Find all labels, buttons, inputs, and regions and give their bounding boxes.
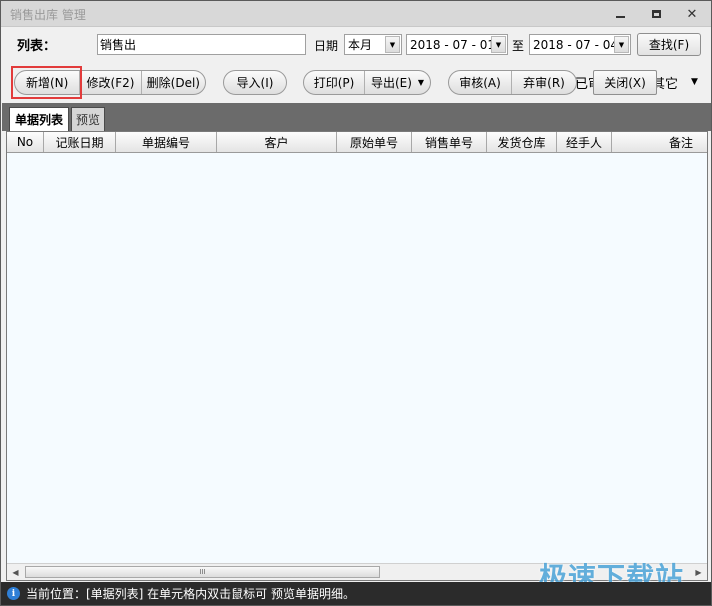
column-header[interactable]: 单据编号 — [116, 132, 217, 152]
chevron-down-icon[interactable]: ▼ — [385, 36, 400, 53]
window-title: 销售出库 管理 — [10, 8, 86, 22]
column-header[interactable]: No — [7, 132, 44, 152]
tab-preview[interactable]: 预览 — [71, 107, 105, 131]
column-header[interactable]: 发货仓库 — [487, 132, 557, 152]
date-label: 日期 — [314, 39, 339, 53]
column-header[interactable]: 销售单号 — [412, 132, 487, 152]
column-header[interactable]: 经手人 — [557, 132, 612, 152]
maximize-button[interactable] — [641, 4, 671, 24]
date-from-value: 2018 - 07 - 01 — [410, 37, 491, 52]
chevron-down-icon[interactable]: ▼ — [491, 36, 506, 53]
title-bar[interactable]: 销售出库 管理 ✕ — [1, 1, 711, 27]
audit-button-group: 审核(A) 弃审(R) — [448, 70, 577, 95]
edit-button-group: 新增(N) 修改(F2) 删除(Del) — [14, 70, 206, 95]
list-name-input[interactable] — [97, 34, 306, 55]
column-header[interactable]: 原始单号 — [337, 132, 412, 152]
toolbar: 已审 其它 新增(N) 修改(F2) 删除(Del) 导入(I) 打印(P) 导… — [1, 63, 711, 103]
status-bar: i 当前位置：[单据列表] 在单元格内双击鼠标可 预览单据明细。 — [1, 582, 711, 605]
close-window-button[interactable]: ✕ — [677, 4, 707, 24]
chevron-down-icon[interactable]: ▼ — [614, 36, 629, 53]
app-window: 销售出库 管理 ✕ 列表： 日期 本月 ▼ 2018 - 07 - 01 ▼ 至… — [0, 0, 712, 606]
find-button[interactable]: 查找(F) — [637, 33, 701, 56]
grid-header: No 记账日期 单据编号 客户 原始单号 销售单号 发货仓库 经手人 备注 — [7, 132, 707, 153]
import-button[interactable]: 导入(I) — [224, 71, 286, 94]
chevron-right-icon[interactable]: ▶ — [690, 564, 707, 580]
chevron-down-icon[interactable]: ▼ — [691, 77, 698, 87]
export-button[interactable]: 导出(E) ▼ — [365, 71, 430, 94]
close-icon: ✕ — [686, 6, 698, 22]
status-text: 当前位置：[单据列表] 在单元格内双击鼠标可 预览单据明细。 — [26, 587, 355, 601]
info-icon: i — [7, 587, 20, 600]
date-to-value: 2018 - 07 - 04 — [533, 37, 614, 52]
import-button-group: 导入(I) — [223, 70, 287, 95]
minimize-icon — [615, 16, 625, 18]
list-label: 列表： — [17, 39, 57, 54]
period-select[interactable]: 本月 ▼ — [344, 34, 402, 55]
maximize-icon — [651, 10, 661, 18]
tab-document-list[interactable]: 单据列表 — [9, 107, 69, 131]
add-button[interactable]: 新增(N) — [15, 71, 81, 94]
delete-button[interactable]: 删除(Del) — [142, 71, 205, 94]
abandon-audit-button[interactable]: 弃审(R) — [512, 71, 576, 94]
scrollbar-thumb[interactable]: III — [25, 566, 380, 578]
column-header[interactable]: 客户 — [217, 132, 337, 152]
export-label: 导出(E) — [370, 76, 412, 90]
chevron-down-icon: ▼ — [417, 78, 425, 87]
chevron-left-icon[interactable]: ◀ — [7, 564, 24, 580]
tab-strip: 单据列表 预览 — [2, 103, 711, 131]
period-value: 本月 — [348, 38, 373, 52]
edit-button[interactable]: 修改(F2) — [80, 71, 142, 94]
close-button[interactable]: 关闭(X) — [593, 70, 657, 95]
output-button-group: 打印(P) 导出(E) ▼ — [303, 70, 431, 95]
to-label: 至 — [512, 39, 525, 53]
minimize-button[interactable] — [605, 4, 635, 24]
filter-bar: 列表： 日期 本月 ▼ 2018 - 07 - 01 ▼ 至 2018 - 07… — [1, 27, 711, 63]
date-to-picker[interactable]: 2018 - 07 - 04 ▼ — [529, 34, 631, 55]
column-header[interactable]: 记账日期 — [44, 132, 116, 152]
column-header[interactable]: 备注 — [612, 132, 707, 152]
audit-button[interactable]: 审核(A) — [449, 71, 513, 94]
date-from-picker[interactable]: 2018 - 07 - 01 ▼ — [406, 34, 508, 55]
print-button[interactable]: 打印(P) — [304, 71, 366, 94]
document-grid[interactable]: No 记账日期 单据编号 客户 原始单号 销售单号 发货仓库 经手人 备注 ◀ … — [6, 131, 708, 581]
